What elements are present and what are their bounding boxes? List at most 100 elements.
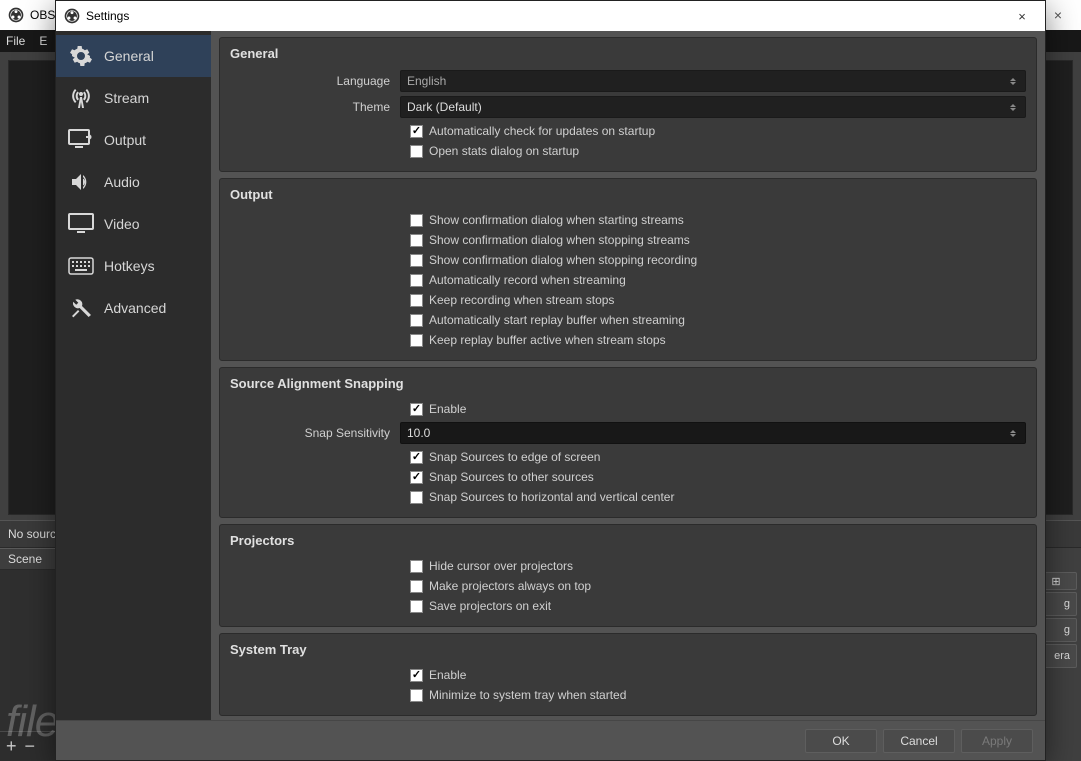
sidebar-item-video[interactable]: Video: [56, 203, 211, 245]
main-window-title: OBS: [30, 8, 55, 22]
settings-content[interactable]: General Language English Theme Dark (D: [211, 31, 1045, 720]
snap-sensitivity-spinbox[interactable]: 10.0: [400, 422, 1026, 444]
checkbox-label: Automatically record when streaming: [429, 273, 626, 287]
checkbox-label: Automatically check for updates on start…: [429, 124, 655, 138]
checkbox-label: Keep replay buffer active when stream st…: [429, 333, 666, 347]
checkbox-row-confirm-stop-stream[interactable]: Show confirmation dialog when stopping s…: [410, 230, 1026, 250]
add-scene-button[interactable]: +: [6, 736, 17, 757]
ok-button[interactable]: OK: [805, 729, 877, 753]
group-projectors: Projectors Hide cursor over projectors M…: [219, 524, 1037, 627]
tools-icon: [68, 297, 94, 319]
checkbox-icon: [410, 294, 423, 307]
spinbox-spinner-icon: [1007, 430, 1019, 437]
sidebar-item-audio[interactable]: Audio: [56, 161, 211, 203]
menu-file[interactable]: File: [6, 34, 25, 48]
checkbox-label: Enable: [429, 668, 466, 682]
checkbox-row-hide-cursor[interactable]: Hide cursor over projectors: [410, 556, 1026, 576]
keyboard-icon: [68, 255, 94, 277]
checkbox-row-auto-record[interactable]: Automatically record when streaming: [410, 270, 1026, 290]
checkbox-row-snap-center[interactable]: Snap Sources to horizontal and vertical …: [410, 487, 1026, 507]
language-select[interactable]: English: [400, 70, 1026, 92]
checkbox-row-projectors-top[interactable]: Make projectors always on top: [410, 576, 1026, 596]
gear-icon: [68, 45, 94, 67]
checkbox-icon: [410, 334, 423, 347]
obs-logo-icon: [64, 8, 80, 24]
checkbox-row-auto-updates[interactable]: Automatically check for updates on start…: [410, 121, 1026, 141]
sidebar-item-label: Advanced: [104, 300, 166, 316]
checkbox-icon: [410, 560, 423, 573]
obs-logo-icon: [8, 7, 24, 23]
right-button-2[interactable]: g: [1041, 618, 1077, 642]
checkbox-icon: [410, 254, 423, 267]
settings-titlebar[interactable]: Settings ×: [56, 1, 1045, 31]
sidebar-item-label: Stream: [104, 90, 149, 106]
checkbox-icon: [410, 451, 423, 464]
menu-edit-partial[interactable]: E: [39, 34, 47, 48]
checkbox-icon: [410, 214, 423, 227]
settings-dialog: Settings × General Stream Output Audio: [55, 0, 1046, 761]
checkbox-label: Enable: [429, 402, 466, 416]
checkbox-label: Snap Sources to other sources: [429, 470, 594, 484]
group-output: Output Show confirmation dialog when sta…: [219, 178, 1037, 361]
checkbox-row-snap-edge[interactable]: Snap Sources to edge of screen: [410, 447, 1026, 467]
checkbox-row-keep-recording[interactable]: Keep recording when stream stops: [410, 290, 1026, 310]
checkbox-label: Keep recording when stream stops: [429, 293, 614, 307]
select-spinner-icon: [1007, 78, 1019, 85]
sidebar-item-hotkeys[interactable]: Hotkeys: [56, 245, 211, 287]
checkbox-row-save-projectors[interactable]: Save projectors on exit: [410, 596, 1026, 616]
checkbox-row-keep-replay-buffer[interactable]: Keep replay buffer active when stream st…: [410, 330, 1026, 350]
checkbox-row-minimize-tray[interactable]: Minimize to system tray when started: [410, 685, 1026, 705]
right-button-stack: ⊞ g g era: [1041, 572, 1077, 668]
checkbox-row-tray-enable[interactable]: Enable: [410, 665, 1026, 685]
right-toolbox-button[interactable]: ⊞: [1041, 572, 1077, 590]
checkbox-row-auto-replay-buffer[interactable]: Automatically start replay buffer when s…: [410, 310, 1026, 330]
checkbox-label: Show confirmation dialog when stopping s…: [429, 233, 690, 247]
sidebar-item-stream[interactable]: Stream: [56, 77, 211, 119]
cancel-button[interactable]: Cancel: [883, 729, 955, 753]
settings-title: Settings: [86, 9, 129, 23]
right-button-1[interactable]: g: [1041, 592, 1077, 616]
checkbox-row-open-stats[interactable]: Open stats dialog on startup: [410, 141, 1026, 161]
remove-scene-button[interactable]: −: [25, 736, 36, 757]
theme-value: Dark (Default): [407, 100, 482, 114]
sidebar-item-output[interactable]: Output: [56, 119, 211, 161]
monitor-arrow-icon: [68, 129, 94, 151]
checkbox-icon: [410, 145, 423, 158]
checkbox-row-confirm-stop-recording[interactable]: Show confirmation dialog when stopping r…: [410, 250, 1026, 270]
checkbox-label: Show confirmation dialog when starting s…: [429, 213, 684, 227]
checkbox-icon: [410, 580, 423, 593]
antenna-icon: [68, 87, 94, 109]
checkbox-label: Snap Sources to edge of screen: [429, 450, 600, 464]
snap-sensitivity-label: Snap Sensitivity: [230, 426, 400, 440]
checkbox-row-snapping-enable[interactable]: Enable: [410, 399, 1026, 419]
theme-select[interactable]: Dark (Default): [400, 96, 1026, 118]
group-system-tray: System Tray Enable Minimize to system tr…: [219, 633, 1037, 716]
checkbox-icon: [410, 491, 423, 504]
select-spinner-icon: [1007, 104, 1019, 111]
checkbox-label: Show confirmation dialog when stopping r…: [429, 253, 697, 267]
checkbox-row-snap-other[interactable]: Snap Sources to other sources: [410, 467, 1026, 487]
checkbox-label: Automatically start replay buffer when s…: [429, 313, 685, 327]
monitor-icon: [68, 213, 94, 235]
group-title-projectors: Projectors: [230, 533, 1026, 548]
speaker-icon: [68, 171, 94, 193]
checkbox-label: Save projectors on exit: [429, 599, 551, 613]
right-button-3[interactable]: era: [1041, 644, 1077, 668]
settings-close-button[interactable]: ×: [999, 1, 1045, 31]
sidebar-item-label: Audio: [104, 174, 140, 190]
apply-button[interactable]: Apply: [961, 729, 1033, 753]
group-title-tray: System Tray: [230, 642, 1026, 657]
checkbox-icon: [410, 125, 423, 138]
group-snapping: Source Alignment Snapping Enable Snap Se…: [219, 367, 1037, 518]
sidebar-item-label: Video: [104, 216, 140, 232]
checkbox-label: Hide cursor over projectors: [429, 559, 573, 573]
settings-sidebar: General Stream Output Audio Video Hotkey…: [56, 31, 211, 720]
sidebar-item-advanced[interactable]: Advanced: [56, 287, 211, 329]
checkbox-icon: [410, 234, 423, 247]
checkbox-row-confirm-start-stream[interactable]: Show confirmation dialog when starting s…: [410, 210, 1026, 230]
checkbox-icon: [410, 600, 423, 613]
sidebar-item-general[interactable]: General: [56, 35, 211, 77]
checkbox-label: Snap Sources to horizontal and vertical …: [429, 490, 674, 504]
checkbox-label: Minimize to system tray when started: [429, 688, 626, 702]
snap-sensitivity-value: 10.0: [407, 426, 430, 440]
